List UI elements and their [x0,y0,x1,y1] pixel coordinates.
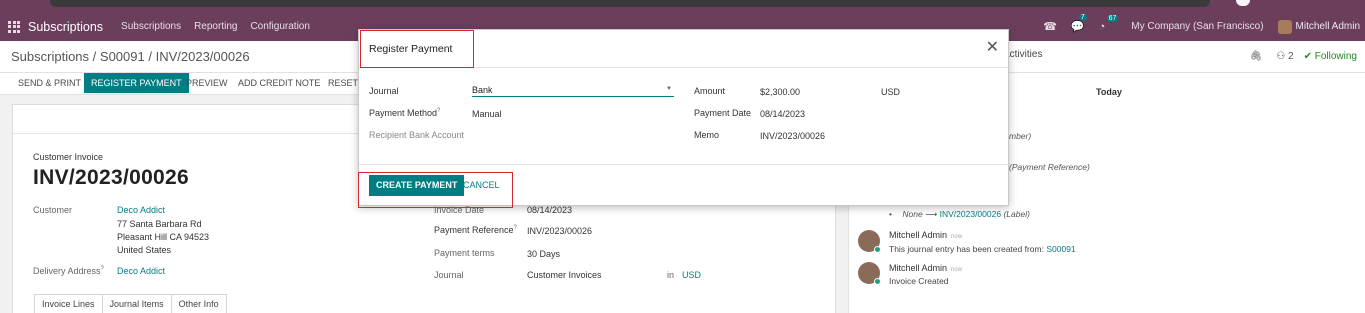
customer-address-line1: 77 Santa Barbara Rd [117,219,202,229]
invoice-number: INV/2023/00026 [33,166,189,189]
delivery-address-link[interactable]: Deco Addict [117,266,165,276]
payment-date-field[interactable]: 08/14/2023 [760,109,805,119]
payment-reference-value[interactable]: INV/2023/00026 [527,226,592,236]
apps-menu-icon[interactable] [8,20,22,34]
activities-badge: 67 [1106,14,1119,22]
today-separator: Today [1096,87,1122,97]
user-avatar[interactable] [1277,19,1292,34]
menu-reporting[interactable]: Reporting [194,21,237,32]
journal-label: Journal [434,270,464,280]
user-menu[interactable]: Mitchell Admin [1296,21,1360,32]
amount-label: Amount [694,86,726,96]
payment-terms-value[interactable]: 30 Days [527,249,560,259]
invoice-type: Customer Invoice [33,152,104,162]
customer-link[interactable]: Deco Addict [117,205,165,215]
journal-select[interactable]: Bank ▼ [472,83,674,97]
browser-strip [0,0,1365,12]
message-avatar[interactable] [858,262,881,285]
customer-label: Customer [33,205,73,215]
tracking-fragment-2: (Payment Reference) [1009,162,1090,172]
delivery-address-label: Delivery Address? [33,266,104,276]
breadcrumb-order[interactable]: S00091 [100,49,145,64]
payment-method-field[interactable]: Manual [472,109,502,119]
breadcrumb-invoice: INV/2023/00026 [155,49,250,64]
close-icon[interactable]: ✕ [986,40,999,56]
messages-icon[interactable]: 💬 7 [1071,14,1087,33]
payment-terms-label: Payment terms [434,248,495,258]
dialog-body: Journal Bank ▼ Payment Method? Manual Re… [359,68,1008,164]
browser-address-pill [50,0,1210,7]
tracking-fragment-1: mber) [1009,131,1032,141]
check-icon: ✔ [1303,51,1312,62]
message-order-link[interactable]: S00091 [1046,244,1075,254]
browser-dot [1236,0,1250,6]
create-payment-button[interactable]: CREATE PAYMENT [369,175,465,196]
send-print-button[interactable]: SEND & PRINT [14,73,85,93]
invoice-tabs: Invoice Lines Journal Items Other Info [34,294,227,313]
person-icon: ⚇ [1276,51,1286,62]
payment-date-label: Payment Date [694,108,752,118]
payment-method-label: Payment Method? [369,108,441,118]
add-credit-note-button[interactable]: ADD CREDIT NOTE [234,73,324,93]
online-status-icon [874,246,881,253]
message-avatar[interactable] [858,230,881,253]
amount-field[interactable]: $2,300.00 [760,87,800,97]
caret-down-icon: ▼ [666,86,672,92]
preview-button[interactable]: PREVIEW [182,73,232,93]
following-button[interactable]: ✔ Following [1304,51,1357,62]
menu-subscriptions[interactable]: Subscriptions [121,21,181,32]
tab-invoice-lines[interactable]: Invoice Lines [34,294,103,313]
arrow-right-icon: ⟶ [925,209,940,219]
currency-field[interactable]: USD [881,87,900,97]
journal-value[interactable]: Customer Invoices [527,270,602,280]
followers-button[interactable]: ⚇ 2 [1276,51,1293,62]
dialog-title: Register Payment [369,43,453,55]
recipient-bank-label: Recipient Bank Account [369,130,465,140]
phone-icon[interactable]: ☎ [1043,20,1057,33]
tab-other-info[interactable]: Other Info [170,294,227,313]
memo-label: Memo [694,130,720,140]
company-switcher[interactable]: My Company (San Francisco) [1131,21,1263,32]
payment-reference-label: Payment Reference? [434,225,517,235]
tracking-change: • None ⟶ INV/2023/00026 (Label) [889,209,1030,219]
register-payment-button[interactable]: REGISTER PAYMENT [84,73,189,93]
breadcrumb-subscriptions[interactable]: Subscriptions [11,49,89,64]
online-status-icon [874,278,881,285]
register-payment-dialog: Register Payment ✕ Journal Bank ▼ Paymen… [358,29,1009,208]
tab-journal-items[interactable]: Journal Items [101,294,172,313]
cancel-button[interactable]: CANCEL [463,175,500,196]
messages-badge: 7 [1078,14,1087,21]
message-author[interactable]: Mitchell Admin now [889,230,962,240]
message-timestamp: now [951,267,963,273]
journal-currency-link[interactable]: USD [682,270,701,280]
dialog-header: Register Payment ✕ [359,30,1008,68]
message-timestamp: now [951,234,963,240]
customer-address-line3: United States [117,245,172,255]
dialog-footer: CREATE PAYMENT CANCEL [358,164,1008,208]
message-body: Invoice Created [889,276,949,286]
journal-in-label: in [667,270,675,280]
customer-address-line2: Pleasant Hill CA 94523 [117,232,210,242]
activities-clock-icon[interactable]: ◔ 67 [1099,14,1119,33]
memo-field[interactable]: INV/2023/00026 [760,131,825,141]
app-name[interactable]: Subscriptions [28,20,103,34]
menu-configuration[interactable]: Configuration [250,21,309,32]
message-author[interactable]: Mitchell Admin now [889,263,962,273]
paperclip-icon[interactable]: 🖇 [1250,51,1263,62]
breadcrumb: Subscriptions / S00091 / INV/2023/00026 [11,49,250,64]
journal-label: Journal [369,86,399,96]
message-body: This journal entry has been created from… [889,244,1076,254]
